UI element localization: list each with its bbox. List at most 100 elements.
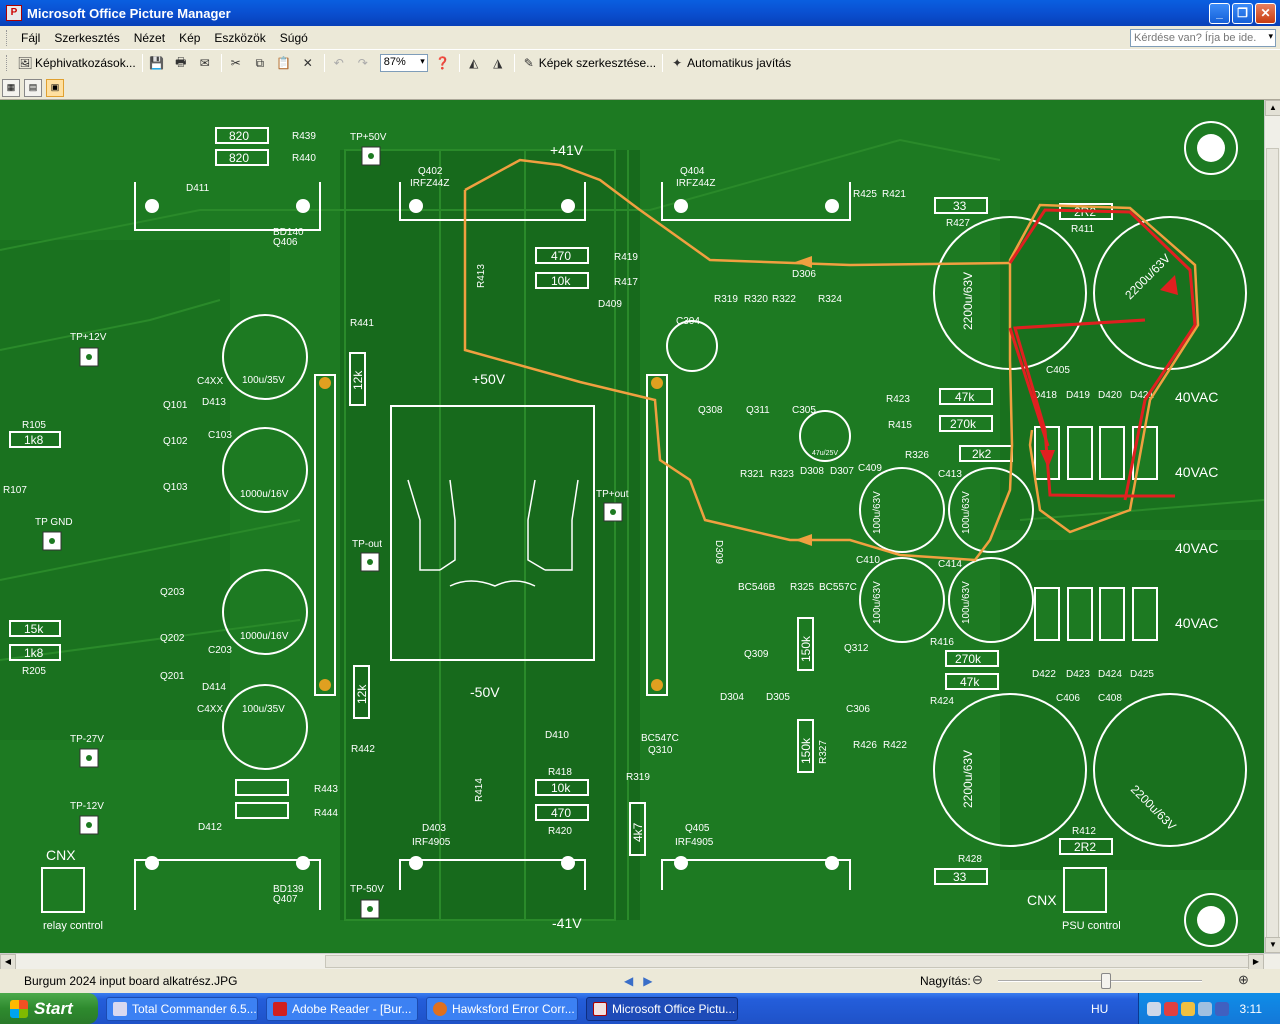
- zoom-select[interactable]: 87% ▾: [379, 54, 428, 72]
- task-label: Microsoft Office Pictu...: [612, 1001, 736, 1016]
- auto-correct-button[interactable]: ✦ Automatikus javítás: [666, 52, 794, 74]
- scroll-left-arrow-icon[interactable]: ◀: [0, 954, 16, 970]
- menu-view[interactable]: Nézet: [127, 29, 172, 47]
- menu-edit[interactable]: Szerkesztés: [47, 29, 126, 47]
- tray-app-icon[interactable]: [1198, 1001, 1212, 1016]
- edit-pictures-button[interactable]: ✎ Képek szerkesztése...: [518, 52, 659, 74]
- copy-icon: ⧉: [255, 55, 265, 70]
- copy-button[interactable]: ⧉: [249, 52, 273, 74]
- cut-button[interactable]: ✂: [225, 52, 249, 74]
- chevron-down-icon[interactable]: ▾: [420, 56, 425, 67]
- horizontal-scroll-thumb[interactable]: [325, 955, 1250, 968]
- ref-label: Q202: [160, 633, 185, 644]
- ref-label: R105: [22, 420, 46, 431]
- ref-label: BC557C: [819, 582, 857, 593]
- help-button[interactable]: ❓: [432, 52, 456, 74]
- tp-label: TP-12V: [70, 801, 104, 812]
- rotate-left-button[interactable]: ◭: [463, 52, 487, 74]
- scroll-up-arrow-icon[interactable]: ▲: [1265, 100, 1280, 116]
- auto-correct-icon: ✦: [672, 56, 683, 70]
- horizontal-scrollbar[interactable]: ◀ ▶: [0, 953, 1280, 970]
- zoom-label: Nagyítás:: [920, 974, 971, 988]
- ref-label: R205: [22, 666, 46, 677]
- thumbnail-view-button[interactable]: ▦: [2, 78, 20, 97]
- previous-image-icon[interactable]: ◀: [624, 974, 633, 988]
- zoom-out-icon[interactable]: ⊖: [972, 972, 983, 988]
- resistor-value: 12k: [355, 684, 369, 704]
- ref-label: R427: [946, 218, 970, 229]
- next-image-icon[interactable]: ▶: [643, 974, 652, 988]
- menu-file[interactable]: Fájl: [14, 29, 47, 47]
- language-indicator[interactable]: HU: [1091, 1002, 1108, 1016]
- tp-label: TP-27V: [70, 734, 104, 745]
- image-viewer[interactable]: +41V +50V -50V -41V 40VAC 40VAC 40VAC 40…: [0, 100, 1264, 953]
- scroll-down-arrow-icon[interactable]: ▼: [1265, 937, 1280, 953]
- tp-label: TP+out: [596, 489, 629, 500]
- undo-button[interactable]: ↶: [328, 52, 352, 74]
- ask-question-box[interactable]: Kérdése van? Írja be ide. ▾: [1130, 29, 1276, 47]
- connector-label: PSU control: [1062, 920, 1121, 932]
- picture-shortcuts-button[interactable]: 🖼 Képhivatkozások...: [14, 52, 139, 74]
- ref-label: C306: [846, 704, 870, 715]
- toolbar-grip[interactable]: [6, 55, 10, 71]
- single-view-button[interactable]: ▣: [46, 78, 64, 97]
- ref-label: D403: [422, 823, 446, 834]
- ref-label: Q311: [746, 405, 770, 416]
- volume-icon[interactable]: [1181, 1001, 1195, 1016]
- bluetooth-icon[interactable]: [1215, 1001, 1229, 1016]
- task-label: Hawksford Error Corr...: [452, 1001, 575, 1016]
- tp-label: TP+50V: [350, 132, 387, 143]
- scroll-right-arrow-icon[interactable]: ▶: [1248, 954, 1264, 970]
- undo-icon: ↶: [333, 56, 344, 70]
- resistor-value: 33: [953, 870, 967, 884]
- email-button[interactable]: ✉: [194, 52, 218, 74]
- picture-manager-icon[interactable]: P: [6, 5, 22, 21]
- vertical-scroll-thumb[interactable]: [1266, 148, 1279, 968]
- zoom-slider-knob[interactable]: [1101, 973, 1111, 989]
- menu-image[interactable]: Kép: [172, 29, 207, 47]
- separator: [662, 54, 664, 72]
- vertical-scrollbar[interactable]: ▲ ▼: [1264, 100, 1280, 968]
- ref-label: R428: [958, 854, 982, 865]
- taskbar-item-picture-manager[interactable]: Microsoft Office Pictu...: [586, 996, 738, 1021]
- menu-help[interactable]: Súgó: [273, 29, 315, 47]
- taskbar-item-firefox[interactable]: Hawksford Error Corr...: [426, 996, 578, 1021]
- rotate-right-icon: ◮: [493, 56, 503, 70]
- close-button[interactable]: ✕: [1255, 3, 1276, 24]
- taskbar-item-total-commander[interactable]: Total Commander 6.5...: [106, 996, 258, 1021]
- chevron-down-icon[interactable]: ▾: [1268, 31, 1273, 42]
- ref-label: Q310: [648, 745, 673, 756]
- taskbar-item-adobe-reader[interactable]: Adobe Reader - [Bur...: [266, 996, 418, 1021]
- ref-label: D413: [202, 397, 226, 408]
- ref-label: R417: [614, 277, 638, 288]
- ref-label: Q402: [418, 166, 443, 177]
- save-button[interactable]: 💾: [146, 52, 170, 74]
- connector-label: relay control: [43, 920, 103, 932]
- filmstrip-view-button[interactable]: ▤: [24, 78, 42, 97]
- ref-label: IRFZ44Z: [410, 178, 449, 189]
- zoom-in-icon[interactable]: ⊕: [1238, 972, 1249, 988]
- rotate-right-button[interactable]: ◮: [487, 52, 511, 74]
- print-button[interactable]: 🖶: [170, 52, 194, 74]
- minimize-button[interactable]: _: [1209, 3, 1230, 24]
- maximize-button[interactable]: ❐: [1232, 3, 1253, 24]
- paste-button[interactable]: 📋: [273, 52, 297, 74]
- rail-label: +50V: [472, 371, 506, 387]
- edit-pictures-label: Képek szerkesztése...: [538, 56, 657, 70]
- network-icon[interactable]: [1147, 1001, 1161, 1016]
- ref-label: R422: [883, 740, 907, 751]
- zoom-slider-track[interactable]: [998, 980, 1202, 982]
- redo-button[interactable]: ↷: [352, 52, 376, 74]
- security-icon[interactable]: [1164, 1001, 1178, 1016]
- delete-button[interactable]: ✕: [297, 52, 321, 74]
- cap-value: 100u/63V: [961, 581, 972, 624]
- windows-logo-icon: [10, 999, 28, 1018]
- ref-label: CNX: [46, 847, 76, 863]
- start-button[interactable]: Start: [0, 993, 98, 1024]
- ref-label: R415: [888, 420, 912, 431]
- resistor-value: 150k: [799, 635, 813, 662]
- ref-label: R324: [818, 294, 842, 305]
- menu-grip[interactable]: [6, 29, 10, 46]
- resistor-value: 820: [229, 129, 249, 143]
- menu-tools[interactable]: Eszközök: [207, 29, 272, 47]
